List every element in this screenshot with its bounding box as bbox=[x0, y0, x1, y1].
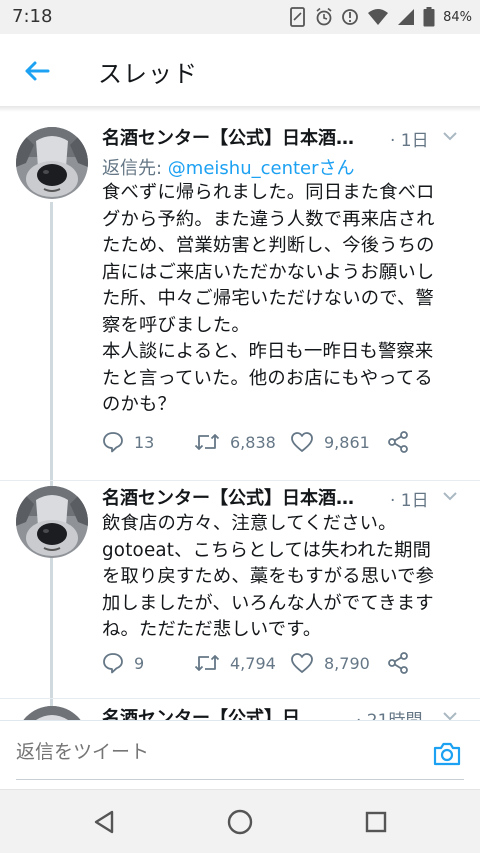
reply-composer bbox=[0, 720, 480, 788]
reply-context: 返信先: @meishu_centerさん bbox=[102, 154, 355, 180]
share-icon bbox=[388, 652, 408, 674]
reply-input-underline bbox=[16, 779, 464, 780]
tweet[interactable]: 名酒センター【公式】日本酒… · 1日 返信先: @meishu_centerさ… bbox=[0, 112, 480, 480]
tweet[interactable]: 名酒センター【公式】日本酒… · 1日 飲食店の方々、注意してください。 got… bbox=[0, 481, 480, 697]
avatar[interactable] bbox=[16, 486, 88, 558]
chevron-down-icon[interactable] bbox=[440, 126, 460, 146]
thread[interactable]: 名酒センター【公式】日本酒… · 1日 返信先: @meishu_centerさ… bbox=[0, 112, 480, 720]
tweet-time[interactable]: · 1日 bbox=[390, 126, 429, 151]
chevron-down-icon[interactable] bbox=[440, 486, 460, 506]
tweet-actions: 9 4,794 8,790 bbox=[102, 649, 442, 677]
share-icon bbox=[388, 431, 408, 453]
reply-count: 9 bbox=[134, 653, 145, 673]
nav-back-button[interactable] bbox=[90, 808, 118, 836]
cell-signal-icon bbox=[398, 9, 415, 25]
retweet-count: 4,794 bbox=[230, 653, 276, 673]
reply-input[interactable] bbox=[16, 729, 416, 769]
nav-home-button[interactable] bbox=[226, 808, 254, 836]
share-button[interactable] bbox=[386, 428, 410, 456]
reply-suffix: さん bbox=[318, 158, 355, 179]
camera-button[interactable] bbox=[432, 739, 462, 769]
wifi-icon bbox=[368, 9, 389, 25]
status-time: 7:18 bbox=[12, 6, 53, 27]
status-icons: 84% bbox=[289, 6, 472, 28]
reply-count: 13 bbox=[134, 432, 155, 452]
display-name[interactable]: 名酒センター【公式】日 bbox=[102, 704, 382, 720]
retweet-button[interactable]: 4,794 bbox=[194, 649, 276, 677]
tweet-header: 名酒センター【公式】日 · 21時間 bbox=[102, 704, 460, 720]
square-recents-icon bbox=[365, 811, 387, 833]
reply-button[interactable]: 13 bbox=[102, 428, 154, 456]
tweet-time[interactable]: · 1日 bbox=[390, 486, 429, 511]
tweet-actions: 13 6,838 9,861 bbox=[102, 428, 442, 456]
reply-handle-link[interactable]: @meishu_center bbox=[168, 158, 319, 179]
tweet-header: 名酒センター【公式】日本酒… · 1日 bbox=[102, 124, 460, 151]
tweet[interactable]: 名酒センター【公式】日 · 21時間 bbox=[0, 699, 480, 720]
page-title: スレッド bbox=[98, 60, 198, 88]
status-bar: 7:18 84% bbox=[0, 0, 480, 34]
like-count: 8,790 bbox=[324, 653, 370, 673]
back-button[interactable] bbox=[20, 54, 54, 88]
retweet-button[interactable]: 6,838 bbox=[194, 428, 276, 456]
nav-recents-button[interactable] bbox=[362, 808, 390, 836]
tweet-text: 食べずに帰られました。同日また食べロ グから予約。また違う人数で再来店され たた… bbox=[102, 182, 435, 415]
avatar[interactable] bbox=[16, 706, 88, 720]
app-header: スレッド bbox=[0, 34, 480, 106]
speech-bubble-icon bbox=[103, 653, 123, 674]
triangle-back-icon bbox=[94, 810, 114, 834]
avatar[interactable] bbox=[16, 127, 88, 199]
retweet-icon bbox=[194, 655, 220, 671]
heart-icon bbox=[291, 653, 313, 673]
alarm-icon bbox=[316, 7, 332, 26]
battery-icon bbox=[423, 7, 435, 27]
like-button[interactable]: 8,790 bbox=[290, 649, 370, 677]
tweet-text: 飲食店の方々、注意してください。 gotoeat、こちらとしては失われた期間 を… bbox=[102, 513, 435, 640]
display-name[interactable]: 名酒センター【公式】日本酒… bbox=[102, 484, 382, 510]
circle-home-icon bbox=[227, 809, 253, 835]
tweet-time[interactable]: · 21時間 bbox=[356, 706, 422, 720]
arrow-left-icon bbox=[25, 61, 50, 81]
like-count: 9,861 bbox=[324, 432, 370, 452]
reply-prefix: 返信先: bbox=[102, 158, 168, 179]
chevron-down-icon[interactable] bbox=[440, 706, 460, 720]
notification-icon bbox=[342, 9, 358, 25]
speech-bubble-icon bbox=[103, 432, 123, 453]
heart-icon bbox=[291, 432, 313, 452]
tweet-header: 名酒センター【公式】日本酒… · 1日 bbox=[102, 484, 460, 511]
battery-percentage: 84% bbox=[443, 9, 472, 25]
camera-icon bbox=[433, 742, 461, 766]
retweet-count: 6,838 bbox=[230, 432, 276, 452]
screenshot-icon bbox=[290, 7, 305, 27]
share-button[interactable] bbox=[386, 649, 410, 677]
reply-button[interactable]: 9 bbox=[102, 649, 144, 677]
system-nav-bar bbox=[0, 789, 480, 853]
like-button[interactable]: 9,861 bbox=[290, 428, 370, 456]
retweet-icon bbox=[194, 434, 220, 450]
display-name[interactable]: 名酒センター【公式】日本酒… bbox=[102, 124, 382, 150]
